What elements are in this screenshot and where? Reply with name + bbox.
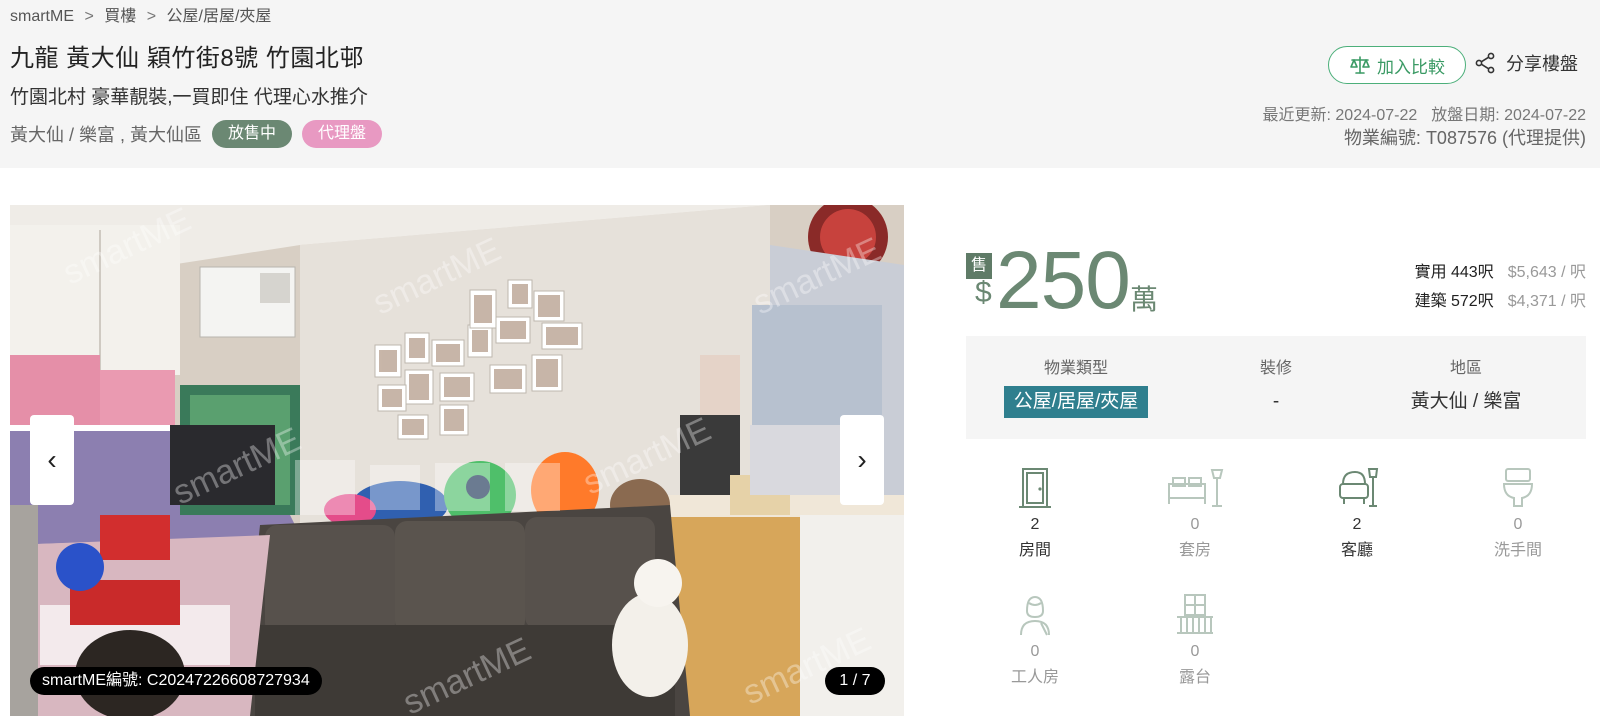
- status-badge: 放售中: [212, 120, 293, 148]
- gross-price-per-foot: $4,371 / 呎: [1507, 293, 1586, 310]
- district-value: 黃大仙 / 樂富: [1410, 391, 1522, 412]
- image-counter: 1 / 7: [825, 667, 885, 695]
- breadcrumb-item-category[interactable]: 公屋/居屋/夾屋: [167, 2, 272, 26]
- breadcrumb: smartME > 買樓 > 公屋/居屋/夾屋: [10, 2, 271, 26]
- gallery-prev-button[interactable]: ‹: [30, 415, 74, 505]
- property-type-value[interactable]: 公屋/居屋/夾屋: [1003, 386, 1149, 418]
- listed-date: 放盤日期: 2024-07-22: [1431, 107, 1586, 124]
- add-to-compare-button[interactable]: 加入比較: [1328, 46, 1466, 84]
- maid-icon: [1020, 595, 1050, 636]
- balcony-icon: [1177, 594, 1213, 634]
- door-icon: [1019, 468, 1051, 508]
- share-label: 分享樓盤: [1506, 54, 1578, 74]
- armchair-icon: [1339, 468, 1379, 507]
- feature-count: 0: [1030, 643, 1040, 660]
- feature-rooms: 2 房間: [985, 466, 1085, 560]
- property-summary: 物業類型 公屋/居屋/夾屋 裝修 - 地區 黃大仙 / 樂富: [966, 336, 1586, 439]
- saleable-price-per-foot: $5,643 / 呎: [1507, 264, 1586, 281]
- listing-header: smartME > 買樓 > 公屋/居屋/夾屋 九龍 黃大仙 穎竹街8號 竹園北…: [0, 0, 1600, 168]
- feature-balcony: 0 露台: [1145, 593, 1245, 687]
- listing-dates: 最近更新: 2024-07-22 放盤日期: 2024-07-22: [1263, 101, 1587, 125]
- chevron-left-icon: ‹: [47, 444, 57, 475]
- photo-gallery[interactable]: smartME smartME smartME smartME smartME …: [10, 205, 904, 716]
- property-type-column: 物業類型 公屋/居屋/夾屋: [966, 354, 1186, 418]
- feature-count: 0: [1190, 643, 1200, 660]
- breadcrumb-item-home[interactable]: smartME: [10, 8, 74, 26]
- property-number: 物業編號: T087576 (代理提供): [1343, 128, 1586, 148]
- district-column: 地區 黃大仙 / 樂富: [1356, 354, 1576, 418]
- agent-badge: 代理盤: [302, 120, 383, 148]
- image-id-badge: smartME編號: C20247226608727934: [30, 667, 322, 695]
- last-updated: 最近更新: 2024-07-22: [1262, 107, 1418, 124]
- feature-maid-room: 0 工人房: [985, 593, 1085, 687]
- feature-label: 客廳: [1340, 542, 1373, 559]
- bed-icon: [1168, 469, 1224, 507]
- district-label: 地區: [1449, 360, 1482, 377]
- feature-label: 工人房: [1010, 669, 1059, 686]
- feature-label: 套房: [1178, 542, 1211, 559]
- saleable-area-label: 實用 443呎: [1414, 264, 1494, 281]
- renovation-column: 裝修 -: [1166, 354, 1386, 418]
- gross-area-label: 建築 572呎: [1414, 293, 1494, 310]
- feature-toilet: 0 洗手間: [1468, 466, 1568, 560]
- breadcrumb-separator: >: [84, 8, 94, 25]
- renovation-value: -: [1272, 391, 1280, 412]
- feature-label: 洗手間: [1493, 542, 1542, 559]
- renovation-label: 裝修: [1259, 360, 1292, 377]
- share-button[interactable]: 分享樓盤: [1474, 50, 1578, 76]
- feature-ensuite: 0 套房: [1145, 466, 1245, 560]
- breadcrumb-separator: >: [146, 8, 157, 25]
- feature-living-room: 2 客廳: [1307, 466, 1407, 560]
- feature-count: 2: [1030, 516, 1040, 533]
- price-currency: $: [975, 276, 992, 309]
- feature-label: 露台: [1178, 669, 1211, 686]
- price-amount: 250: [996, 235, 1131, 326]
- listing-subtitle: 竹園北村 豪華靚裝,一買即住 代理心水推介: [10, 87, 368, 108]
- page-title: 九龍 黃大仙 穎竹街8號 竹園北邨: [10, 45, 364, 72]
- feature-label: 房間: [1018, 542, 1051, 559]
- chevron-right-icon: ›: [857, 444, 867, 475]
- feature-count: 0: [1513, 516, 1523, 533]
- location-text: 黃大仙 / 樂富 , 黃大仙區: [10, 125, 203, 145]
- share-icon: [1475, 52, 1495, 74]
- location-row: 黃大仙 / 樂富 , 黃大仙區 放售中 代理盤: [10, 119, 392, 149]
- breadcrumb-item-buy[interactable]: 買樓: [104, 2, 136, 26]
- listing-photo: smartME smartME smartME smartME smartME …: [10, 205, 904, 716]
- feature-count: 2: [1352, 516, 1362, 533]
- gallery-next-button[interactable]: ›: [840, 415, 884, 505]
- toilet-icon: [1502, 468, 1534, 507]
- property-type-label: 物業類型: [1043, 360, 1108, 377]
- price-unit: 萬: [1130, 284, 1159, 315]
- gross-area: 建築 572呎 $4,371 / 呎: [1415, 287, 1586, 311]
- compare-label: 加入比較: [1377, 57, 1445, 77]
- saleable-area: 實用 443呎 $5,643 / 呎: [1415, 258, 1586, 282]
- feature-count: 0: [1190, 516, 1200, 533]
- scale-icon: [1350, 56, 1370, 74]
